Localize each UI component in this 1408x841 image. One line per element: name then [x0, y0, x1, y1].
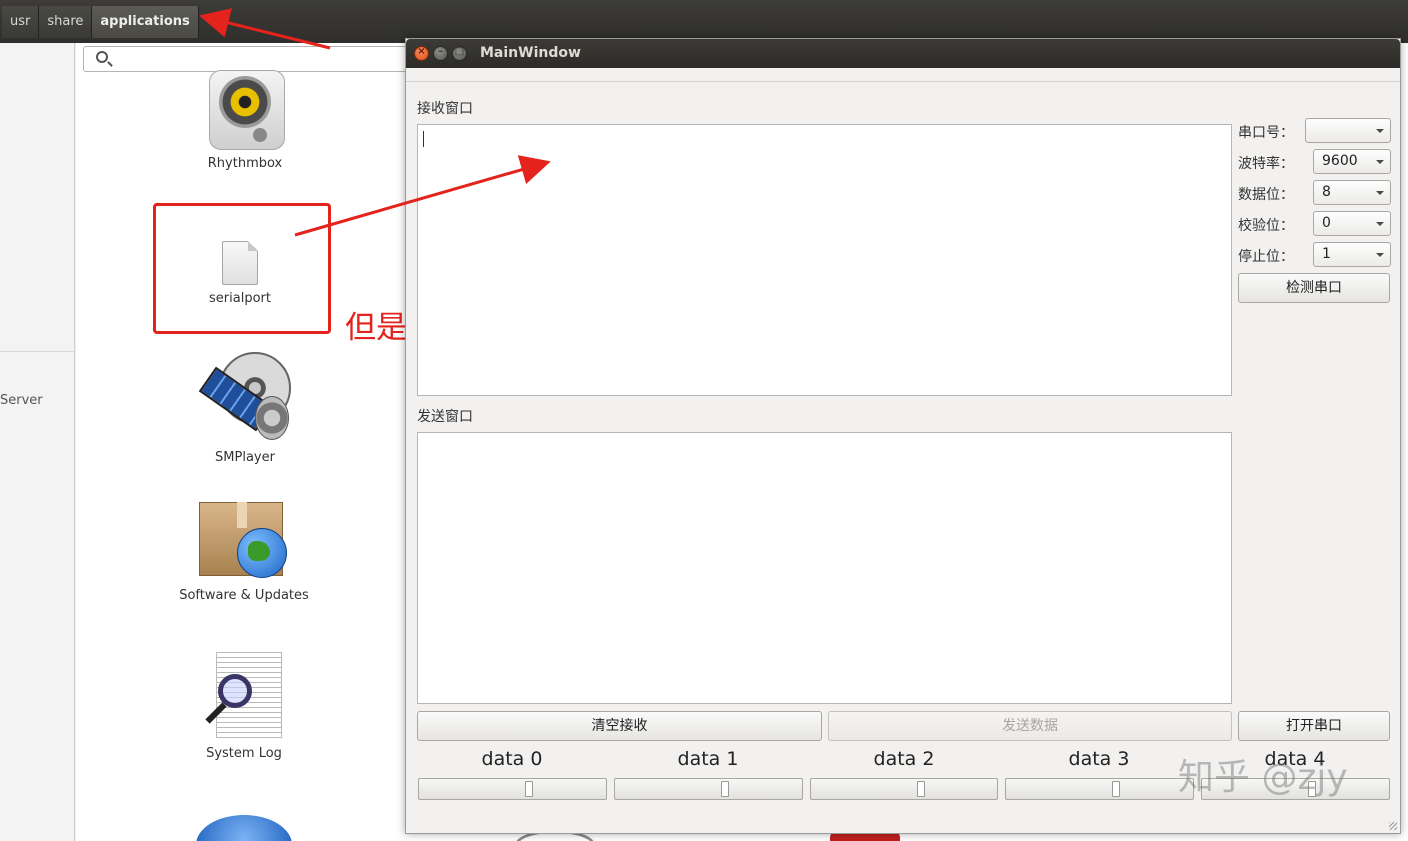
search-input[interactable]: [83, 46, 413, 72]
stop-bits-select[interactable]: 1: [1313, 242, 1391, 267]
window-title: MainWindow: [480, 45, 581, 61]
breadcrumb-usr[interactable]: usr: [2, 6, 40, 38]
baud-rate-value: 9600: [1322, 153, 1358, 169]
rhythmbox-speaker-icon: [205, 70, 285, 150]
data-1-slider[interactable]: [614, 778, 803, 800]
app-label: Rhythmbox: [207, 156, 283, 171]
slider-handle[interactable]: [1112, 781, 1120, 797]
breadcrumb-share[interactable]: share: [39, 6, 93, 38]
annotation-highlight-box: [153, 203, 331, 334]
window-toolbar: [406, 68, 1400, 82]
send-textarea[interactable]: [417, 432, 1232, 704]
chevron-down-icon: [1376, 129, 1384, 133]
app-label: System Log: [206, 746, 282, 761]
maximize-icon: □: [454, 46, 465, 57]
parity-select[interactable]: 0: [1313, 211, 1391, 236]
maximize-window-button[interactable]: □: [452, 46, 467, 61]
clear-receive-button[interactable]: 清空接收: [417, 711, 822, 741]
window-titlebar[interactable]: × – □ MainWindow: [406, 39, 1400, 68]
app-item-smplayer[interactable]: SMPlayer: [145, 352, 345, 465]
app-item-rhythmbox[interactable]: Rhythmbox: [145, 70, 345, 171]
breadcrumb-applications[interactable]: applications: [92, 6, 199, 38]
data-0-label: data 0: [481, 748, 543, 770]
slider-handle[interactable]: [525, 781, 533, 797]
text-caret: [423, 131, 424, 147]
system-log-magnifier-icon: [204, 652, 284, 740]
chevron-down-icon: [1376, 191, 1384, 195]
baud-rate-label: 波特率：: [1238, 156, 1294, 172]
file-manager-toolbar: usr share applications: [0, 0, 1408, 43]
app-item-system-log[interactable]: System Log: [144, 652, 344, 761]
data-bits-value: 8: [1322, 184, 1331, 200]
search-icon: [96, 51, 108, 63]
app-label: Software & Updates: [179, 588, 309, 603]
data-bits-select[interactable]: 8: [1313, 180, 1391, 205]
software-updates-box-icon: [199, 502, 289, 582]
minimize-window-button[interactable]: –: [433, 46, 448, 61]
close-window-button[interactable]: ×: [414, 46, 429, 61]
detect-port-button[interactable]: 检测串口: [1238, 273, 1390, 303]
stop-bits-value: 1: [1322, 246, 1331, 262]
receive-textarea[interactable]: [417, 124, 1232, 396]
app-item-software-updates[interactable]: Software & Updates: [144, 502, 344, 603]
main-window: × – □ MainWindow 接收窗口 发送窗口 串口号： 波特率： 960…: [405, 38, 1401, 834]
baud-rate-select[interactable]: 9600: [1313, 149, 1391, 174]
parity-value: 0: [1322, 215, 1331, 231]
send-data-button[interactable]: 发送数据: [828, 711, 1232, 741]
open-port-button[interactable]: 打开串口: [1238, 711, 1390, 741]
slider-handle[interactable]: [721, 781, 729, 797]
breadcrumb: usr share applications: [2, 6, 199, 38]
chevron-down-icon: [1376, 160, 1384, 164]
data-1-label: data 1: [677, 748, 739, 770]
minimize-icon: –: [438, 46, 443, 57]
data-3-slider[interactable]: [1005, 778, 1194, 800]
resize-grip-icon[interactable]: [1389, 822, 1397, 830]
data-3-label: data 3: [1068, 748, 1130, 770]
data-bits-label: 数据位：: [1238, 187, 1294, 203]
port-label: 串口号：: [1238, 125, 1294, 141]
data-2-slider[interactable]: [810, 778, 998, 800]
parity-label: 校验位：: [1238, 218, 1294, 234]
sidebar-item-server[interactable]: Server: [0, 393, 43, 408]
port-select[interactable]: [1305, 118, 1391, 143]
file-manager-sidebar: Server: [0, 43, 75, 841]
watermark: 知乎 @zjy: [1178, 757, 1348, 798]
data-2-label: data 2: [873, 748, 935, 770]
app-label: SMPlayer: [215, 450, 275, 465]
chevron-down-icon: [1376, 253, 1384, 257]
stop-bits-label: 停止位：: [1238, 249, 1294, 265]
chevron-down-icon: [1376, 222, 1384, 226]
sidebar-divider: [0, 351, 75, 352]
close-icon: ×: [417, 46, 426, 57]
smplayer-icon: [197, 352, 293, 444]
receive-window-label: 接收窗口: [417, 101, 473, 117]
slider-handle[interactable]: [917, 781, 925, 797]
data-0-slider[interactable]: [418, 778, 607, 800]
send-window-label: 发送窗口: [417, 409, 473, 425]
